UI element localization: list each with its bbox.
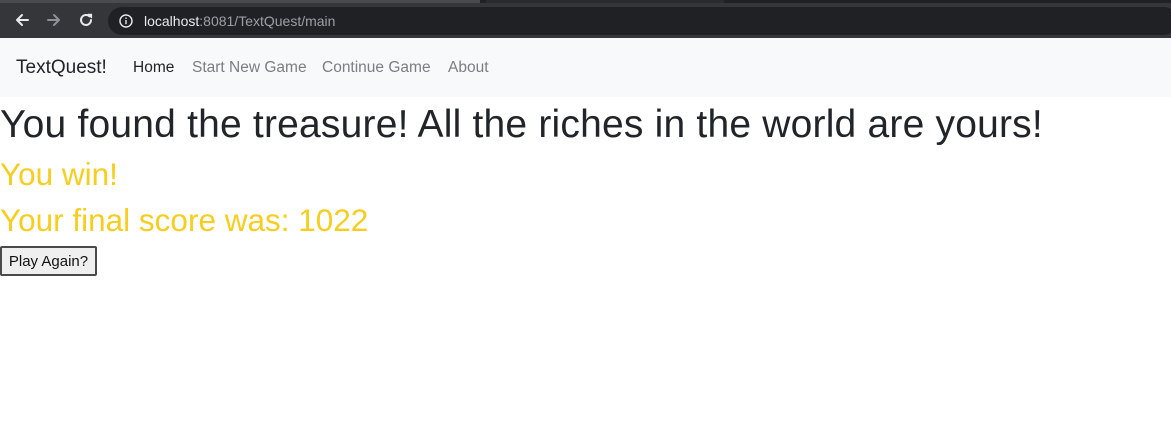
win-message: You win! bbox=[0, 156, 118, 192]
address-bar[interactable]: localhost:8081/TextQuest/main bbox=[108, 7, 1171, 35]
final-score-message: Your final score was: 1022 bbox=[0, 202, 369, 238]
nav-link-home[interactable]: Home bbox=[133, 59, 174, 77]
nav-link-start-new-game[interactable]: Start New Game bbox=[192, 59, 307, 77]
tab-strip-edge bbox=[486, 0, 724, 3]
url-text[interactable]: localhost:8081/TextQuest/main bbox=[144, 13, 335, 29]
reload-icon bbox=[78, 12, 94, 28]
arrow-right-icon bbox=[46, 12, 62, 28]
reload-button[interactable] bbox=[74, 8, 98, 32]
play-again-button[interactable]: Play Again? bbox=[0, 246, 97, 276]
forward-button[interactable] bbox=[42, 8, 66, 32]
info-icon[interactable] bbox=[118, 13, 134, 29]
nav-link-continue-game[interactable]: Continue Game bbox=[322, 59, 431, 77]
url-host: localhost bbox=[144, 13, 200, 29]
nav-link-about[interactable]: About bbox=[448, 59, 489, 77]
tab-strip-edge bbox=[0, 0, 480, 3]
url-path: :8081/TextQuest/main bbox=[199, 13, 336, 29]
site-navbar: TextQuest! Home Start New Game Continue … bbox=[0, 38, 1171, 97]
arrow-left-icon bbox=[14, 12, 30, 28]
back-button[interactable] bbox=[10, 8, 34, 32]
page-title: You found the treasure! All the riches i… bbox=[0, 103, 1043, 146]
brand-logo-link[interactable]: TextQuest! bbox=[16, 57, 107, 79]
browser-toolbar: localhost:8081/TextQuest/main bbox=[0, 0, 1171, 38]
